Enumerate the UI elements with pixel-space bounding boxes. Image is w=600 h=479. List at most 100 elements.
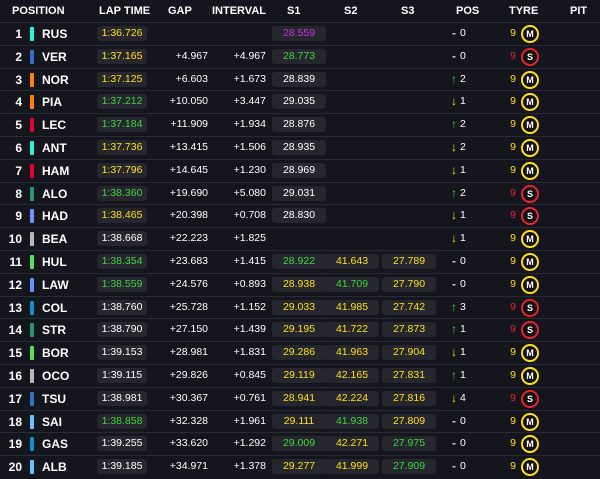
table-row[interactable]: 2 VER 1:37.165 +4.967 +4.967 28.773 -0 9 S — [0, 44, 600, 68]
position-number: 5 — [15, 118, 22, 133]
position-change: 0 — [460, 460, 466, 473]
header-interval[interactable]: INTERVAL — [212, 5, 266, 17]
position-number: 8 — [15, 186, 22, 201]
team-color-bar — [30, 95, 34, 110]
driver-code[interactable]: RUS — [42, 27, 67, 41]
lap-time-cell: 1:37.125 — [97, 71, 147, 87]
tyre-compound-letter: M — [526, 371, 534, 381]
gap-value: +14.645 — [169, 163, 208, 176]
driver-code[interactable]: HAD — [42, 209, 68, 223]
position-up-arrow-icon: ↑ — [451, 322, 457, 337]
interval-value: +1.439 — [233, 323, 266, 336]
position-number: 14 — [8, 323, 22, 338]
position-down-arrow-icon: ↓ — [451, 231, 457, 246]
table-row[interactable]: 20 ALB 1:39.185 +34.971 +1.378 29.277 41.999 27… — [0, 455, 600, 478]
tyre-compound-letter: M — [526, 234, 534, 245]
table-row[interactable]: 14 STR 1:38.790 +27.150 +1.439 29.195 41.722 27… — [0, 318, 600, 341]
position-change: 2 — [460, 141, 466, 153]
driver-code[interactable]: HUL — [42, 255, 67, 269]
header-tyre[interactable]: TYRE — [509, 5, 538, 17]
position-change: 1 — [460, 209, 466, 222]
header-s3[interactable]: S3 — [401, 5, 414, 17]
table-row[interactable]: 5 LEC 1:37.184 +11.909 +1.934 28.876 ↑ 2 9 M — [0, 113, 600, 136]
driver-code[interactable]: BOR — [42, 346, 69, 360]
lap-time-cell: 1:38.668 — [97, 231, 147, 247]
position-change: 3 — [460, 300, 466, 313]
table-row[interactable]: 16 OCO 1:39.115 +29.826 +0.845 29.119 42.165 27… — [0, 364, 600, 387]
driver-code[interactable]: VER — [42, 50, 67, 64]
sector1-cell: 28.969 — [272, 162, 326, 178]
driver-code[interactable]: GAS — [42, 437, 68, 451]
position-unchanged-icon: - — [452, 459, 456, 474]
lap-time-cell: 1:37.165 — [97, 48, 147, 64]
header-lap-time[interactable]: LAP TIME — [99, 5, 150, 17]
driver-code[interactable]: OCO — [42, 369, 69, 383]
driver-code[interactable]: PIA — [42, 95, 62, 109]
position-up-arrow-icon: ↑ — [451, 185, 457, 200]
tyre-laps: 9 — [510, 118, 516, 131]
position-unchanged-icon: - — [452, 254, 456, 268]
team-color-bar — [30, 414, 34, 429]
sector1-cell: 28.830 — [272, 208, 326, 224]
driver-code[interactable]: STR — [42, 323, 66, 337]
sector3-cell: 27.831 — [382, 368, 436, 383]
header-s1[interactable]: S1 — [287, 5, 300, 17]
team-color-bar — [30, 72, 34, 87]
table-row[interactable]: 9 HAD 1:38.465 +20.398 +0.708 28.830 ↓ 1 9 S — [0, 204, 600, 227]
table-row[interactable]: 11 HUL 1:38.354 +23.683 +1.415 28.922 41.643 27… — [0, 250, 600, 273]
driver-code[interactable]: SAI — [42, 415, 62, 429]
sector3-cell: 27.790 — [382, 276, 436, 292]
lap-time-cell: 1:37.184 — [97, 117, 147, 133]
position-number: 16 — [8, 369, 22, 383]
driver-code[interactable]: ALO — [42, 187, 67, 201]
table-row[interactable]: 19 GAS 1:39.255 +33.620 +1.292 29.009 42.271 27… — [0, 432, 600, 455]
table-row[interactable]: 1 RUS 1:36.726 28.559 -0 9 M — [0, 22, 600, 45]
tyre-compound-letter: M — [526, 165, 534, 176]
position-number: 11 — [9, 255, 22, 269]
position-number: 10 — [8, 232, 22, 247]
soft-tyre-icon: S — [521, 184, 539, 203]
gap-value: +11.909 — [170, 118, 208, 131]
driver-code[interactable]: LEC — [42, 118, 66, 132]
position-number: 3 — [15, 72, 22, 87]
gap-value: +19.690 — [169, 186, 208, 199]
driver-code[interactable]: NOR — [42, 73, 69, 87]
tyre-laps: 9 — [510, 369, 516, 381]
table-row[interactable]: 10 BEA 1:38.668 +22.223 +1.825 ↓ 1 9 M — [0, 227, 600, 250]
table-row[interactable]: 13 COL 1:38.760 +25.728 +1.152 29.033 41.985 27… — [0, 295, 600, 319]
table-row[interactable]: 7 HAM 1:37.796 +14.645 +1.230 28.969 ↓ 1 9 M — [0, 158, 600, 182]
table-row[interactable]: 8 ALO 1:38.360 +19.690 +5.080 29.031 ↑ 2 9 S — [0, 181, 600, 205]
lap-time-cell: 1:38.760 — [97, 299, 147, 315]
table-row[interactable]: 18 SAI 1:38.858 +32.328 +1.961 29.111 41.938 27… — [0, 409, 600, 433]
table-row[interactable]: 12 LAW 1:38.559 +24.576 +0.893 28.938 41.709 27… — [0, 272, 600, 296]
table-row[interactable]: 17 TSU 1:38.981 +30.367 +0.761 28.941 42.224 27… — [0, 386, 600, 410]
header-pos[interactable]: POS — [456, 5, 479, 17]
table-row[interactable]: 15 BOR 1:39.153 +28.981 +1.831 29.286 41.963 27… — [0, 341, 600, 364]
table-row[interactable]: 6 ANT 1:37.736 +13.415 +1.506 28.935 ↓ 2 9 M — [0, 136, 600, 159]
tyre-laps: 9 — [510, 186, 516, 199]
header-pit[interactable]: PIT — [570, 5, 587, 17]
team-color-bar — [30, 323, 34, 338]
driver-code[interactable]: TSU — [42, 392, 66, 406]
sector1-cell: 28.839 — [272, 71, 326, 87]
driver-code[interactable]: HAM — [42, 164, 69, 178]
driver-code[interactable]: ALB — [42, 460, 67, 474]
header-s2[interactable]: S2 — [344, 5, 357, 17]
driver-code[interactable]: COL — [42, 301, 67, 315]
header-position[interactable]: POSITION — [12, 5, 65, 17]
sector1-cell: 28.941 — [272, 390, 326, 406]
driver-code[interactable]: ANT — [42, 141, 67, 155]
medium-tyre-icon: M — [521, 412, 539, 431]
header-gap[interactable]: GAP — [168, 5, 192, 17]
soft-tyre-icon: S — [521, 321, 539, 340]
tyre-laps: 9 — [510, 255, 516, 267]
position-change: 0 — [460, 27, 466, 39]
sector2-cell: 42.224 — [325, 390, 379, 406]
position-up-arrow-icon: ↑ — [451, 368, 457, 382]
gap-value: +28.981 — [169, 346, 208, 359]
driver-code[interactable]: BEA — [42, 232, 67, 246]
table-row[interactable]: 4 PIA 1:37.212 +10.050 +3.447 29.035 ↓ 1 9 M — [0, 90, 600, 113]
interval-value: +0.893 — [233, 277, 266, 290]
driver-code[interactable]: LAW — [42, 278, 69, 292]
table-row[interactable]: 3 NOR 1:37.125 +6.603 +1.673 28.839 ↑ 2 9 M — [0, 67, 600, 91]
